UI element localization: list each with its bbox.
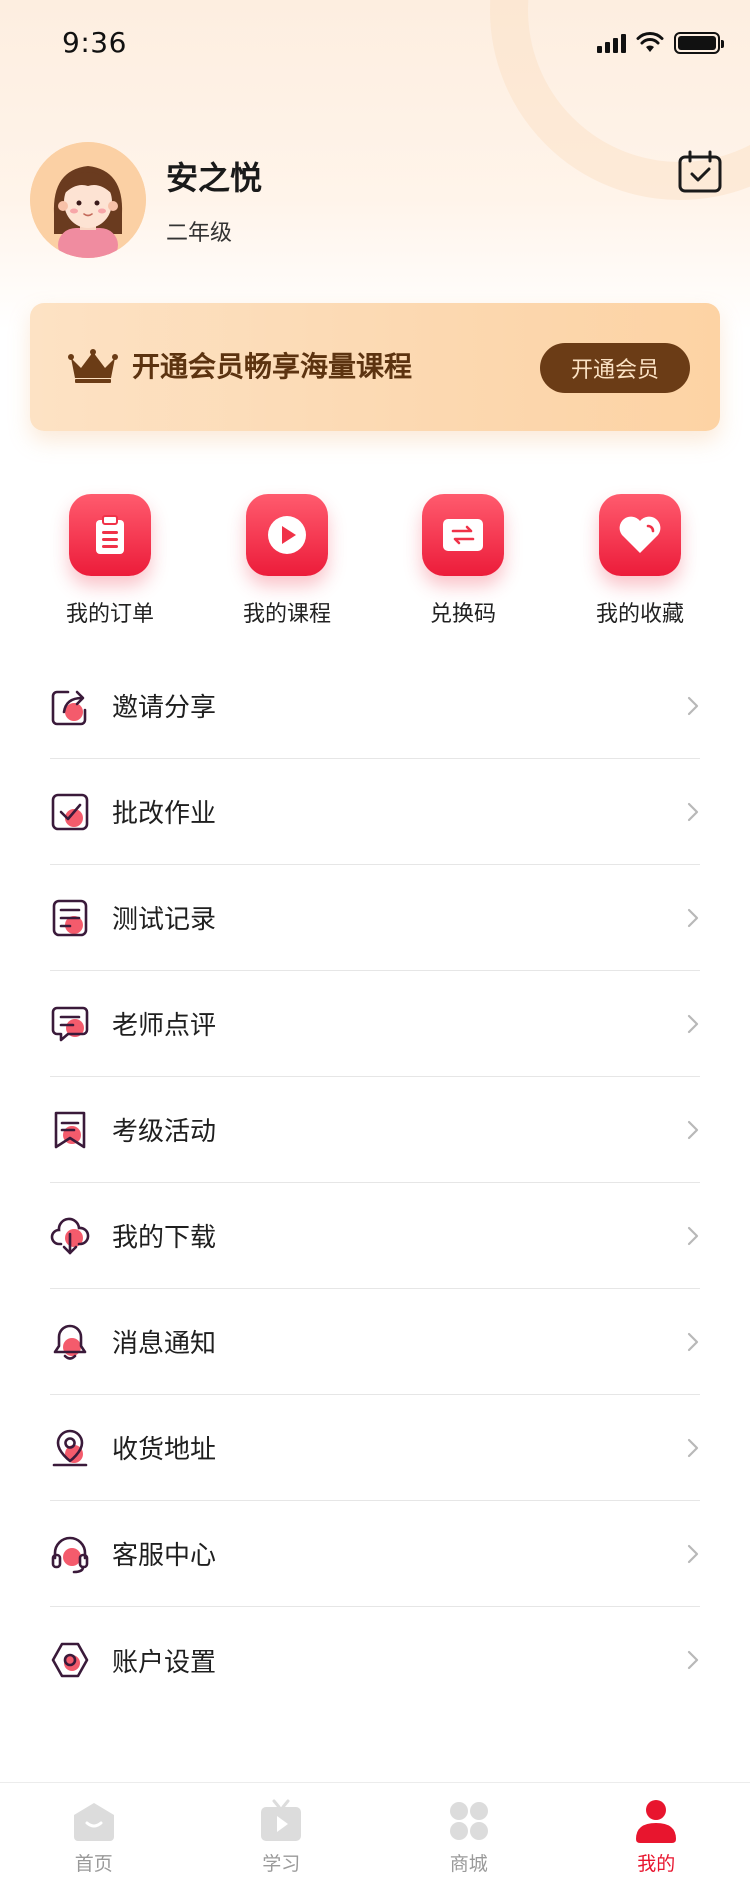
chevron-right-icon — [687, 1438, 699, 1458]
grid-icon — [449, 1802, 488, 1840]
profile-info: 安之悦 二年级 — [166, 153, 262, 247]
menu-item-shipping-address[interactable]: 收货地址 — [50, 1395, 700, 1501]
menu-item-invite-share[interactable]: 邀请分享 — [50, 653, 700, 759]
clipboard-icon — [69, 494, 151, 576]
exchange-icon — [422, 494, 504, 576]
quick-action-orders[interactable]: 我的订单 — [35, 494, 185, 628]
menu-item-test-records[interactable]: 测试记录 — [50, 865, 700, 971]
tab-mine[interactable]: 我的 — [563, 1783, 750, 1900]
chevron-right-icon — [687, 802, 699, 822]
avatar[interactable] — [30, 142, 146, 258]
girl-avatar-icon — [30, 142, 146, 258]
tab-mall[interactable]: 商城 — [375, 1783, 563, 1900]
home-icon — [73, 1803, 114, 1841]
quick-action-label: 兑换码 — [429, 602, 496, 627]
quick-action-courses[interactable]: 我的课程 — [212, 494, 362, 628]
record-icon — [52, 899, 88, 936]
menu-item-customer-service[interactable]: 客服中心 — [50, 1501, 700, 1607]
menu-item-label: 批改作业 — [112, 799, 217, 829]
bottom-tab-bar: 首页 学习 商城 我的 — [0, 1782, 750, 1900]
menu-list: 邀请分享 批改作业 测试记录 老师点评 考级活动 我的下载 消息通知 收货地址 … — [50, 653, 700, 1713]
profile-section[interactable]: 安之悦 二年级 — [30, 142, 262, 258]
calendar-check-icon[interactable] — [676, 150, 724, 194]
menu-item-exam-activities[interactable]: 考级活动 — [50, 1077, 700, 1183]
chevron-right-icon — [687, 908, 699, 928]
quick-action-label: 我的订单 — [65, 602, 154, 627]
bookmark-icon — [54, 1111, 86, 1148]
chevron-right-icon — [687, 1332, 699, 1352]
menu-item-teacher-review[interactable]: 老师点评 — [50, 971, 700, 1077]
play-icon — [246, 494, 328, 576]
settings-icon — [51, 1642, 89, 1678]
battery-icon — [674, 32, 724, 54]
status-bar: 9:36 — [0, 0, 750, 88]
tab-label: 我的 — [637, 1853, 676, 1875]
chevron-right-icon — [687, 1120, 699, 1140]
check-box-icon — [51, 793, 89, 830]
status-icons — [597, 32, 724, 54]
bell-icon — [53, 1324, 87, 1360]
menu-item-label: 客服中心 — [112, 1541, 217, 1571]
tab-home[interactable]: 首页 — [0, 1783, 188, 1900]
chevron-right-icon — [687, 1014, 699, 1034]
vip-banner[interactable]: 开通会员畅享海量课程 开通会员 — [30, 303, 720, 431]
chevron-right-icon — [687, 696, 699, 716]
tab-label: 首页 — [74, 1853, 113, 1875]
quick-action-label: 我的课程 — [242, 602, 331, 627]
wifi-icon — [636, 32, 664, 52]
menu-item-label: 邀请分享 — [112, 693, 217, 723]
quick-action-label: 我的收藏 — [595, 602, 684, 627]
menu-item-label: 账户设置 — [112, 1647, 217, 1678]
user-grade: 二年级 — [166, 221, 233, 246]
user-name: 安之悦 — [166, 159, 263, 197]
user-icon — [636, 1800, 677, 1843]
status-time: 9:36 — [62, 26, 127, 59]
chevron-right-icon — [687, 1226, 699, 1246]
quick-action-redeem[interactable]: 兑换码 — [388, 494, 538, 628]
chevron-right-icon — [687, 1650, 699, 1670]
signal-icon — [597, 33, 626, 53]
heart-icon — [599, 494, 681, 576]
vip-promo-text: 开通会员畅享海量课程 — [132, 350, 413, 383]
comment-icon — [51, 1006, 89, 1041]
menu-item-account-settings[interactable]: 账户设置 — [50, 1607, 700, 1713]
open-vip-button[interactable]: 开通会员 — [540, 343, 690, 393]
menu-item-label: 收货地址 — [112, 1435, 217, 1465]
menu-item-label: 老师点评 — [112, 1011, 217, 1041]
menu-item-label: 测试记录 — [112, 905, 217, 935]
chevron-right-icon — [687, 1544, 699, 1564]
location-icon — [52, 1429, 88, 1466]
menu-item-homework[interactable]: 批改作业 — [50, 759, 700, 865]
menu-item-label: 我的下载 — [112, 1223, 217, 1253]
cloud-download-icon — [50, 1217, 90, 1254]
tv-icon — [261, 1799, 302, 1841]
tab-label: 商城 — [449, 1853, 488, 1875]
menu-item-notifications[interactable]: 消息通知 — [50, 1289, 700, 1395]
menu-item-label: 考级活动 — [112, 1117, 217, 1147]
quick-action-favorites[interactable]: 我的收藏 — [565, 494, 715, 628]
menu-item-label: 消息通知 — [112, 1329, 217, 1359]
tab-study[interactable]: 学习 — [188, 1783, 376, 1900]
crown-icon — [68, 349, 118, 383]
tab-label: 学习 — [262, 1853, 301, 1875]
headset-icon — [51, 1536, 89, 1573]
share-icon — [51, 690, 87, 725]
menu-item-downloads[interactable]: 我的下载 — [50, 1183, 700, 1289]
